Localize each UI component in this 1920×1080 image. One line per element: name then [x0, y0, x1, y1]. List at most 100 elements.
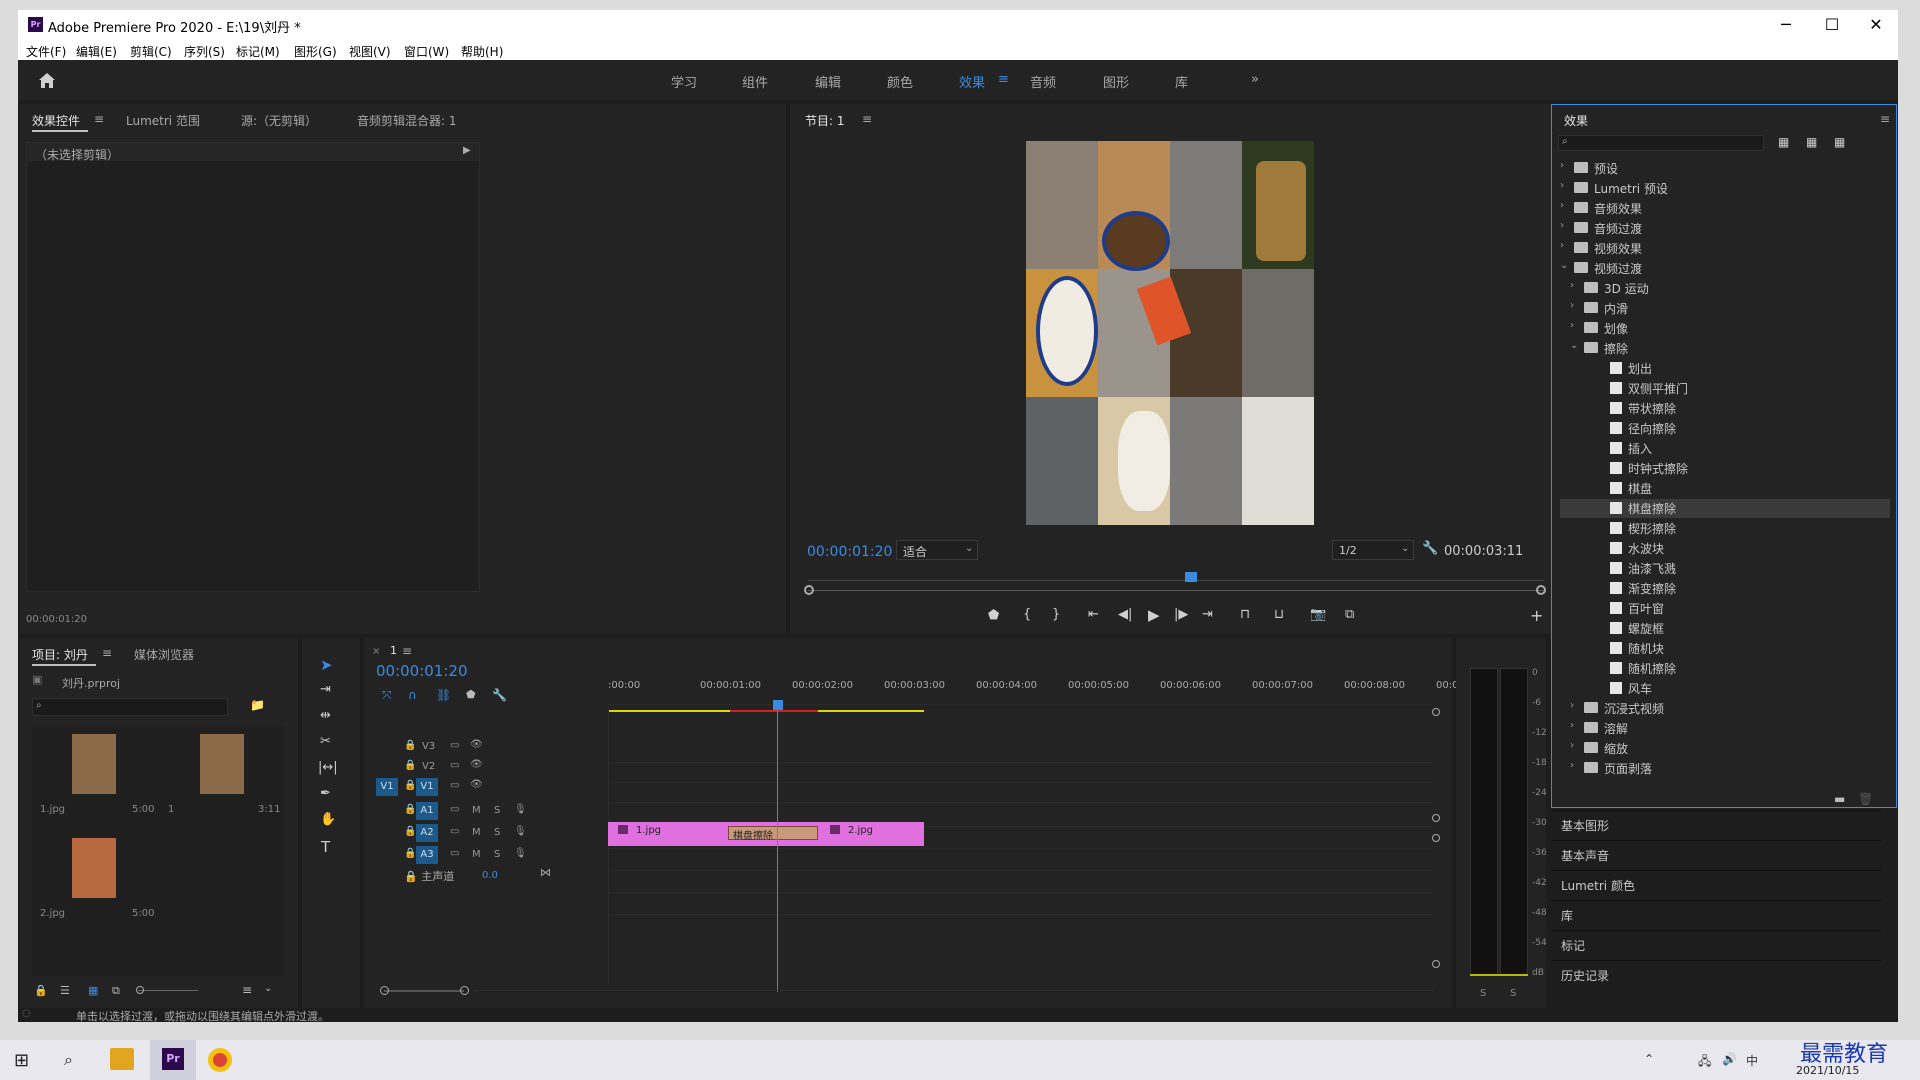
microphone-icon[interactable]: 🎙	[514, 826, 527, 837]
chevron-right-icon[interactable]: ›	[1560, 180, 1564, 191]
effects-folder[interactable]: › 音频过渡	[1560, 219, 1890, 238]
track-label[interactable]: A2	[416, 824, 438, 842]
step-back-icon[interactable]: ◀|	[1118, 607, 1132, 622]
effects-item[interactable]: 随机块	[1560, 639, 1890, 658]
effects-folder[interactable]: › 溶解	[1560, 719, 1890, 738]
vscroll-audio-handle[interactable]	[1432, 834, 1440, 842]
microphone-icon[interactable]: 🎙	[514, 804, 527, 815]
menu-help[interactable]: 帮助(H)	[461, 43, 503, 60]
chevron-right-icon[interactable]: ›	[1570, 320, 1574, 331]
lock-icon[interactable]: 🔒	[404, 848, 416, 859]
tray-chevron-icon[interactable]: ⌃	[1644, 1052, 1654, 1066]
timeline-timecode[interactable]: 00:00:01:20	[376, 662, 468, 680]
thumb-2jpg[interactable]	[72, 838, 116, 898]
effects-folder[interactable]: ⌄ 视频过渡	[1560, 259, 1890, 278]
tab-lumetri-scopes[interactable]: Lumetri 范围	[126, 112, 200, 129]
side-panel-tab[interactable]: 历史记录	[1551, 960, 1881, 988]
lock-icon[interactable]: 🔒	[404, 826, 416, 837]
zoom-handle-left[interactable]	[804, 585, 814, 595]
workspace-menu-icon[interactable]: ≡	[998, 72, 1009, 87]
windows-start-icon[interactable]: ⊞	[14, 1050, 29, 1071]
sync-lock-icon[interactable]: ▭	[450, 780, 459, 791]
side-panel-tab[interactable]: Lumetri 颜色	[1551, 870, 1881, 898]
new-search-bin-icon[interactable]: 📁	[250, 698, 265, 712]
wrench-icon[interactable]: 🔧	[1422, 541, 1438, 556]
side-panel-tab[interactable]: 标记	[1551, 930, 1881, 958]
workspace-color[interactable]: 颜色	[887, 72, 913, 91]
lock-icon[interactable]: 🔒	[404, 760, 416, 771]
menu-window[interactable]: 窗口(W)	[404, 43, 449, 60]
menu-marker[interactable]: 标记(M)	[236, 43, 280, 60]
chevron-right-icon[interactable]: ›	[1560, 200, 1564, 211]
workspace-audio[interactable]: 音频	[1030, 72, 1056, 91]
tab-project[interactable]: 项目: 刘丹	[32, 646, 88, 663]
maximize-button[interactable]: ☐	[1810, 14, 1854, 36]
add-button-icon[interactable]: +	[1530, 606, 1543, 625]
expand-arrow-icon[interactable]: ▶	[463, 145, 471, 156]
effects-item[interactable]: 渐变擦除	[1560, 579, 1890, 598]
eye-icon[interactable]: 👁	[470, 779, 483, 790]
master-end-icon[interactable]: ⋈	[540, 866, 551, 879]
mute-toggle[interactable]: M	[472, 827, 481, 838]
tab-source[interactable]: 源:（无剪辑）	[241, 112, 317, 129]
tab-sequence[interactable]: 1	[390, 644, 397, 657]
timeline-menu-icon[interactable]: ≡	[402, 644, 412, 658]
track-label[interactable]: V1	[416, 778, 438, 796]
chevron-down-icon[interactable]: ⌄	[1570, 340, 1578, 351]
effects-item[interactable]: 楔形擦除	[1560, 519, 1890, 538]
add-marker-icon[interactable]: ⬟	[466, 688, 476, 701]
go-to-out-icon[interactable]: ⇥	[1202, 607, 1213, 622]
workspace-learn[interactable]: 学习	[671, 72, 697, 91]
list-view-icon[interactable]: ☰	[60, 984, 70, 997]
comparison-view-icon[interactable]: ⧉	[1345, 607, 1354, 622]
effects-item[interactable]: 带状擦除	[1560, 399, 1890, 418]
export-frame-icon[interactable]: 📷	[1310, 607, 1326, 622]
ripple-edit-tool-icon[interactable]: ⇹	[320, 708, 331, 723]
track-label[interactable]: V3	[422, 741, 435, 752]
effects-folder[interactable]: › 内滑	[1560, 299, 1890, 318]
freeform-view-icon[interactable]: ⧉	[112, 984, 120, 998]
effects-item[interactable]: 油漆飞溅	[1560, 559, 1890, 578]
go-to-in-icon[interactable]: ⇤	[1088, 607, 1099, 622]
lock-icon[interactable]: 🔒	[404, 780, 416, 791]
thumb-1jpg[interactable]	[72, 734, 116, 794]
source-patch-v1[interactable]: V1	[376, 778, 398, 796]
nest-icon[interactable]: ⤧	[382, 688, 392, 703]
side-panel-tab[interactable]: 基本图形	[1551, 810, 1881, 838]
workspace-assembly[interactable]: 组件	[742, 72, 768, 91]
lock-icon[interactable]: 🔒	[404, 740, 416, 751]
chevron-right-icon[interactable]: ›	[1570, 720, 1574, 731]
more-workspaces-icon[interactable]: »	[1251, 72, 1259, 87]
extract-icon[interactable]: ⊔	[1274, 607, 1284, 622]
slip-tool-icon[interactable]: |↔|	[318, 760, 338, 775]
step-forward-icon[interactable]: |▶	[1174, 607, 1188, 622]
pen-tool-icon[interactable]: ✒	[320, 786, 331, 801]
zoom-handle-right[interactable]	[1536, 585, 1546, 595]
transition-checkerboard-wipe[interactable]: 棋盘擦除	[728, 826, 818, 842]
effects-item[interactable]: 棋盘擦除	[1560, 499, 1890, 518]
volume-icon[interactable]: 🔊	[1722, 1052, 1737, 1066]
fit-dropdown[interactable]: 适合 ⌄	[896, 540, 978, 560]
chevron-down-icon[interactable]: ⌄	[264, 983, 272, 994]
effects-search-input[interactable]: ⌕	[1558, 135, 1764, 151]
slider-handle[interactable]	[136, 986, 144, 994]
menu-view[interactable]: 视图(V)	[349, 43, 391, 60]
thumbnail-size-slider[interactable]	[138, 990, 198, 991]
track-select-tool-icon[interactable]: ⇥	[320, 682, 331, 697]
program-current-timecode[interactable]: 00:00:01:20	[807, 544, 892, 560]
effects-folder[interactable]: › 划像	[1560, 319, 1890, 338]
solo-toggle[interactable]: S	[494, 827, 500, 838]
mute-toggle[interactable]: M	[472, 849, 481, 860]
chevron-right-icon[interactable]: ›	[1570, 760, 1574, 771]
new-bin-icon[interactable]: ▬	[1834, 792, 1845, 806]
project-menu-icon[interactable]: ≡	[102, 646, 112, 660]
master-volume-value[interactable]: 0.0	[482, 870, 498, 881]
razor-tool-icon[interactable]: ✂	[320, 734, 331, 749]
effects-folder[interactable]: › 页面剥落	[1560, 759, 1890, 778]
yuv-effects-icon[interactable]: ▦	[1834, 135, 1845, 149]
lock-icon[interactable]: 🔒	[404, 804, 416, 815]
meter-solo-right[interactable]: S	[1510, 988, 1516, 999]
menu-edit[interactable]: 编辑(E)	[76, 43, 117, 60]
chrome-icon[interactable]	[208, 1048, 232, 1072]
icon-view-icon[interactable]: ▦	[88, 984, 98, 997]
